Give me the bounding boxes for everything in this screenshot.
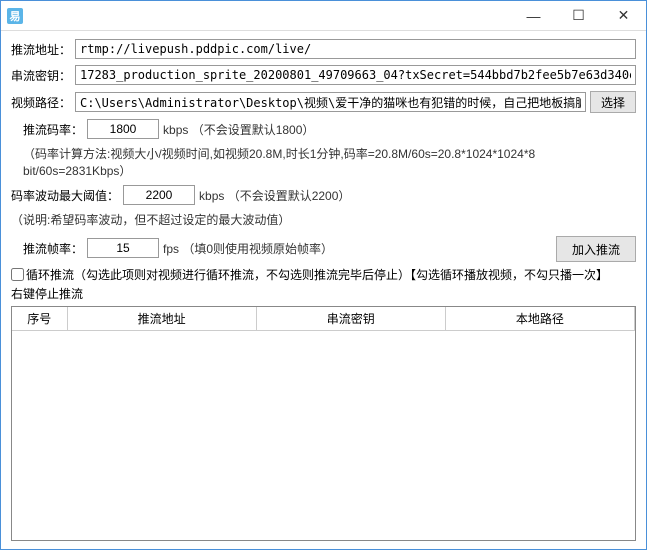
stream-key-input[interactable] bbox=[75, 65, 636, 85]
fps-label: 推流帧率： bbox=[23, 240, 83, 257]
bitrate-help-row: （码率计算方法:视频大小/视频时间,如视频20.8M,时长1分钟,码率=20.8… bbox=[23, 145, 636, 179]
fluctuation-input[interactable] bbox=[123, 185, 195, 205]
push-url-label: 推流地址： bbox=[11, 41, 71, 58]
col-push-url[interactable]: 推流地址 bbox=[67, 307, 256, 331]
loop-checkbox[interactable] bbox=[11, 268, 24, 281]
close-button[interactable]: ✕ bbox=[601, 1, 646, 30]
push-table: 序号 推流地址 串流密钥 本地路径 bbox=[12, 307, 635, 331]
col-local-path[interactable]: 本地路径 bbox=[445, 307, 634, 331]
fluctuation-unit-label: kbps （不会设置默认2200） bbox=[199, 187, 350, 204]
loop-label: 循环推流（勾选此项则对视频进行循环推流，不勾选则推流完毕后停止）【勾选循环播放视… bbox=[26, 266, 608, 283]
fluctuation-help-row: （说明:希望码率波动，但不超过设定的最大波动值） bbox=[11, 211, 636, 228]
video-path-label: 视频路径： bbox=[11, 94, 71, 111]
fps-unit-label: fps （填0则使用视频原始帧率） bbox=[163, 240, 333, 257]
video-path-input[interactable] bbox=[75, 92, 586, 112]
content-area: 推流地址： 串流密钥： 视频路径： 选择 推流码率： kbps （不会设置默认1… bbox=[1, 31, 646, 549]
fps-row: 推流帧率： fps （填0则使用视频原始帧率） bbox=[23, 238, 636, 258]
video-path-row: 视频路径： 选择 bbox=[11, 91, 636, 113]
select-button[interactable]: 选择 bbox=[590, 91, 636, 113]
minimize-button[interactable]: — bbox=[511, 1, 556, 30]
col-stream-key[interactable]: 串流密钥 bbox=[256, 307, 445, 331]
right-click-note: 右键停止推流 bbox=[11, 285, 636, 302]
bitrate-label: 推流码率： bbox=[23, 121, 83, 138]
bitrate-input[interactable] bbox=[87, 119, 159, 139]
fluctuation-label: 码率波动最大阈值： bbox=[11, 187, 119, 204]
titlebar: 易 — ☐ ✕ bbox=[1, 1, 646, 31]
push-url-input[interactable] bbox=[75, 39, 636, 59]
bitrate-unit-label: kbps （不会设置默认1800） bbox=[163, 121, 314, 138]
maximize-button[interactable]: ☐ bbox=[556, 1, 601, 30]
stream-key-row: 串流密钥： bbox=[11, 65, 636, 85]
fluctuation-row: 码率波动最大阈值： kbps （不会设置默认2200） bbox=[11, 185, 636, 205]
push-url-row: 推流地址： bbox=[11, 39, 636, 59]
bitrate-row: 推流码率： kbps （不会设置默认1800） bbox=[23, 119, 636, 139]
app-icon: 易 bbox=[7, 8, 23, 24]
col-index[interactable]: 序号 bbox=[12, 307, 67, 331]
stream-key-label: 串流密钥： bbox=[11, 67, 71, 84]
window-controls: — ☐ ✕ bbox=[511, 1, 646, 30]
fluctuation-help-text: （说明:希望码率波动，但不超过设定的最大波动值） bbox=[11, 211, 290, 228]
bitrate-help-text: （码率计算方法:视频大小/视频时间,如视频20.8M,时长1分钟,码率=20.8… bbox=[23, 145, 636, 179]
loop-row: 循环推流（勾选此项则对视频进行循环推流，不勾选则推流完毕后停止）【勾选循环播放视… bbox=[11, 266, 636, 283]
fps-input[interactable] bbox=[87, 238, 159, 258]
push-table-wrap[interactable]: 序号 推流地址 串流密钥 本地路径 bbox=[11, 306, 636, 541]
